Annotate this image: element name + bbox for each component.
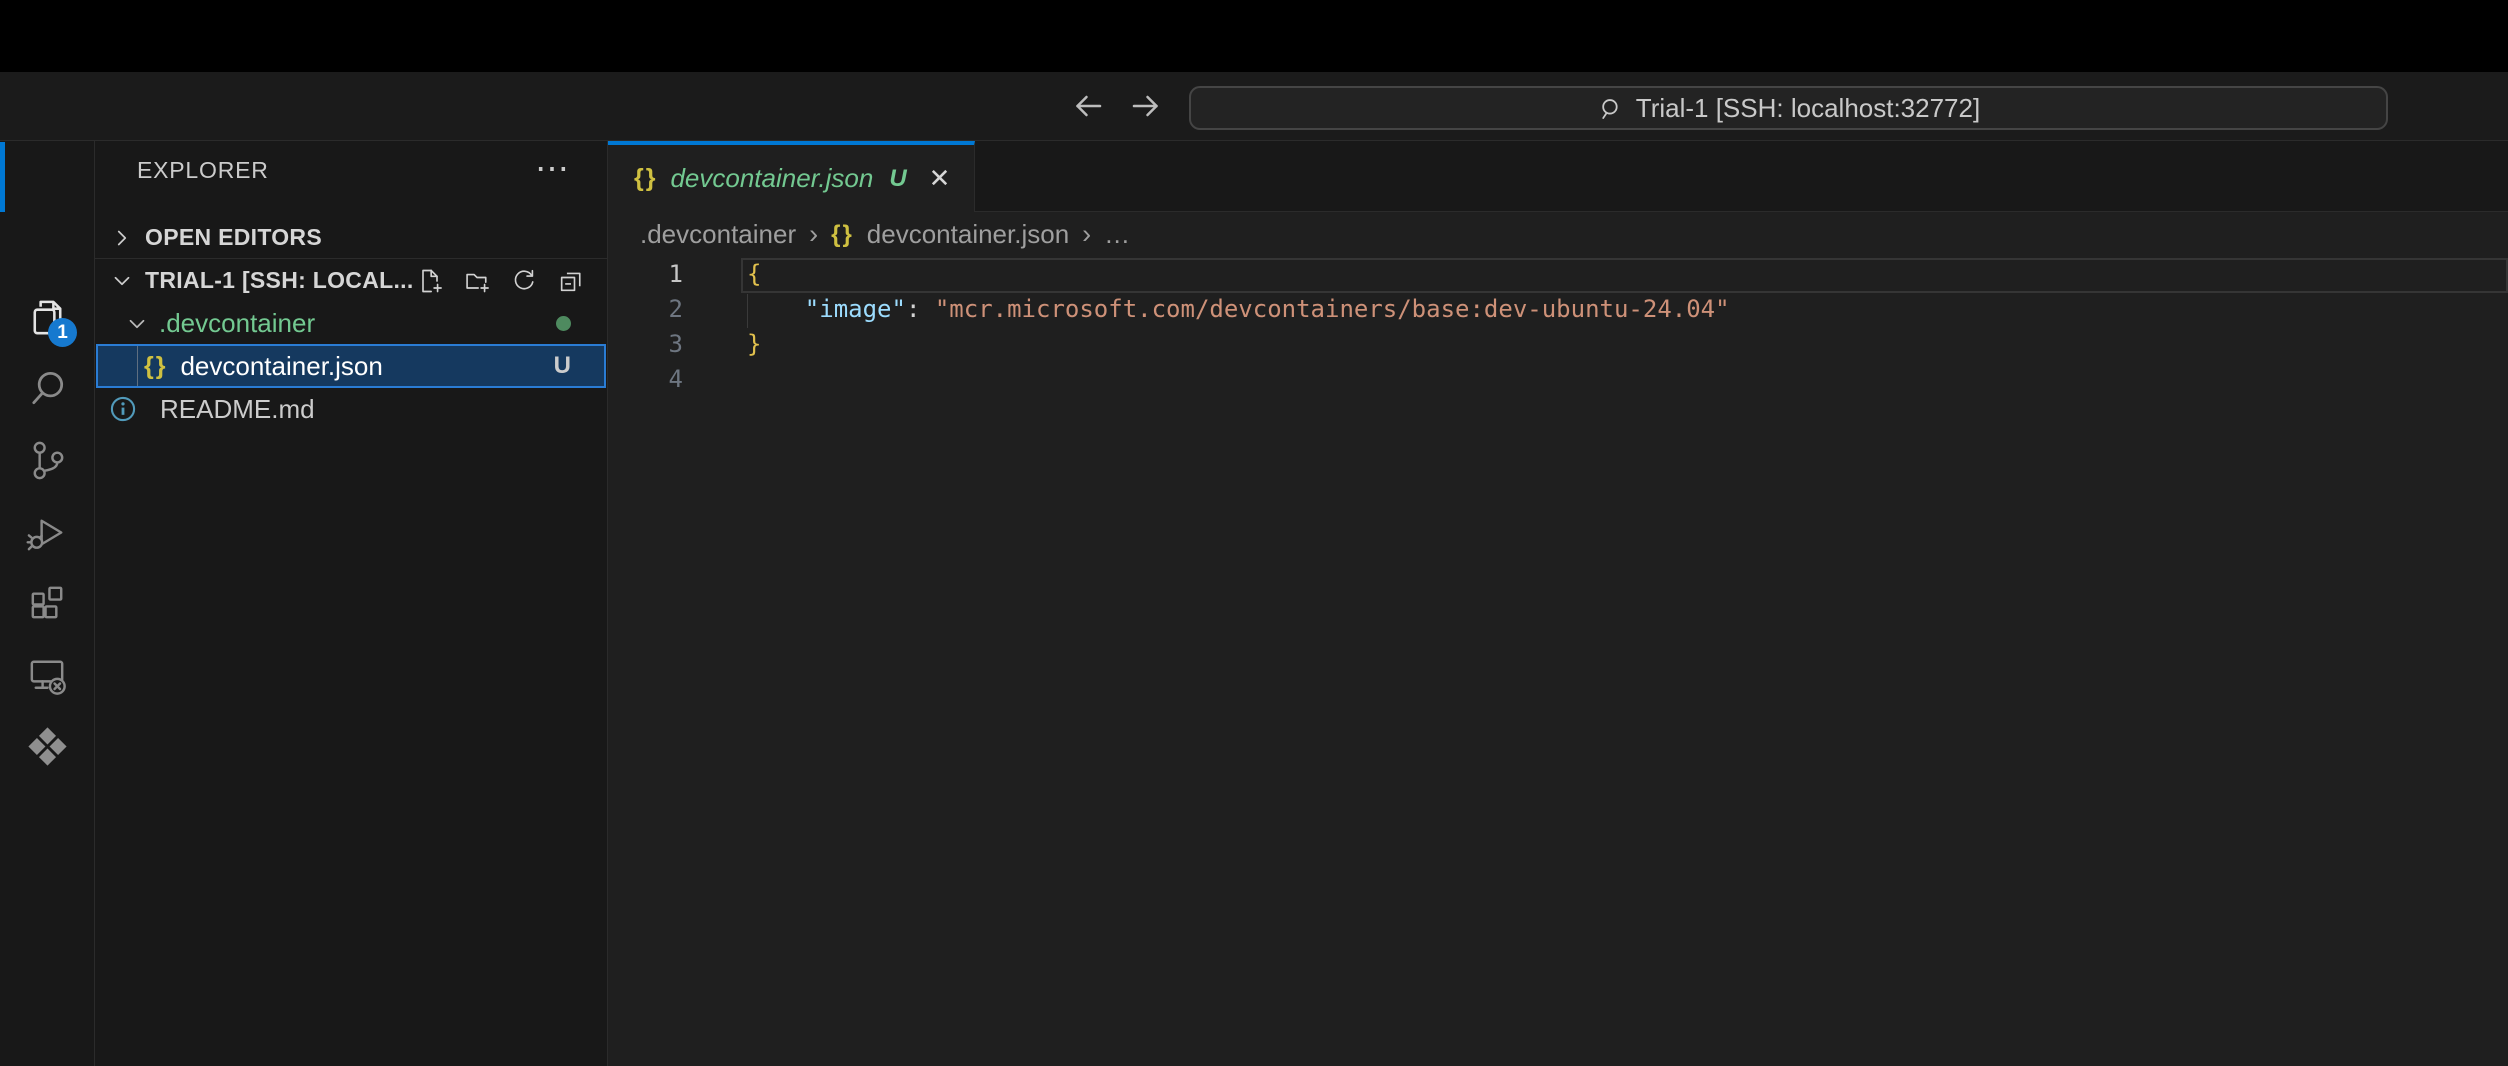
remote-explorer-view-button[interactable] [0,639,94,710]
tab-devcontainer-json[interactable]: {} devcontainer.json U ✕ [608,141,975,212]
search-icon [1597,95,1624,122]
extensions-icon [24,580,71,627]
breadcrumb-separator: › [1082,219,1091,250]
code-line-2[interactable]: 2 "image": "mcr.microsoft.com/devcontain… [608,292,2508,327]
open-editors-section[interactable]: OPEN EDITORS [95,217,607,258]
code-line-3[interactable]: 3 } [608,327,2508,362]
sidebar-header: EXPLORER ⋯ [95,141,607,199]
run-debug-view-button[interactable] [0,497,94,568]
tab-git-badge: U [889,165,906,193]
code-line-4[interactable]: 4 [608,362,2508,397]
more-actions-button[interactable]: ⋯ [535,149,571,189]
remote-explorer-icon [24,651,71,698]
line-number: 1 [608,257,683,292]
line-number: 2 [608,292,683,327]
command-center-search[interactable]: Trial-1 [SSH: localhost:32772] [1189,86,2388,130]
file-name: README.md [160,394,315,425]
indent-guide [137,346,138,386]
close-tab-button[interactable]: ✕ [929,163,951,194]
source-control-badge: 1 [48,318,77,347]
json-file-icon: {} [634,164,657,193]
source-control-view-button[interactable] [0,425,94,496]
json-key-token: "image" [805,295,906,323]
new-folder-button[interactable] [463,267,491,295]
workspace-label: TRIAL-1 [SSH: LOCAL... [145,267,414,294]
search-view-button[interactable] [0,354,94,425]
tree-item-devcontainer-folder[interactable]: .devcontainer [95,303,607,344]
chevron-down-icon [124,311,150,337]
extensions-view-button[interactable] [0,568,94,639]
workspace-section-header[interactable]: TRIAL-1 [SSH: LOCAL... [95,258,607,302]
chevron-right-icon [109,225,135,251]
navigate-back-button[interactable] [1066,72,1110,140]
line-number: 3 [608,327,683,362]
collapse-all-button[interactable] [557,267,585,295]
breadcrumb-folder[interactable]: .devcontainer [640,219,796,250]
vscode-window: Trial-1 [SSH: localhost:32772] 1 [0,0,2508,1066]
json-string-token: "mcr.microsoft.com/devcontainers/base:de… [935,295,1730,323]
git-changes-dot [556,316,571,331]
breadcrumb-symbol-tail[interactable]: … [1104,219,1130,250]
breadcrumb: .devcontainer › {} devcontainer.json › … [608,212,2508,257]
explorer-view-button[interactable] [0,283,94,354]
sidebar-title: EXPLORER [137,157,269,184]
tree-item-readme[interactable]: README.md [95,388,607,430]
open-editors-label: OPEN EDITORS [145,224,322,251]
info-icon [109,395,137,423]
json-file-icon: {} [831,221,854,249]
active-view-indicator [0,142,5,212]
search-icon [24,366,71,413]
json-file-icon: {} [144,352,167,381]
tab-label: devcontainer.json [670,163,873,194]
containers-view-button[interactable] [0,711,94,782]
editor-indent-guide [747,294,748,328]
run-debug-icon [24,509,71,556]
folder-name: .devcontainer [159,308,315,339]
navigate-forward-button[interactable] [1124,72,1168,140]
code-editor[interactable]: 1 { 2 "image": "mcr.microsoft.com/devcon… [608,257,2508,1066]
tab-bar: {} devcontainer.json U ✕ [608,141,2508,212]
arrow-left-icon [1070,88,1106,124]
title-bar: Trial-1 [SSH: localhost:32772] [0,72,2508,141]
diamond-grid-icon [24,723,71,770]
chevron-down-icon [109,268,135,294]
refresh-button[interactable] [510,267,538,295]
editor-area: {} devcontainer.json U ✕ .devcontainer ›… [608,141,2508,1066]
tree-item-devcontainer-json-selected[interactable]: {} devcontainer.json U [96,344,606,388]
colon-token: : [906,295,935,323]
new-file-button[interactable] [416,267,444,295]
breadcrumb-file[interactable]: devcontainer.json [867,219,1069,250]
arrow-right-icon [1128,88,1164,124]
command-center-label: Trial-1 [SSH: localhost:32772] [1636,93,1980,124]
git-untracked-badge: U [554,352,571,380]
close-brace-token: } [747,330,761,358]
workspace-actions [416,259,585,302]
line-number: 4 [608,362,683,397]
activity-bar: 1 [0,141,95,1066]
menu-bar [0,0,2508,72]
breadcrumb-separator: › [809,219,818,250]
indent-token [747,295,805,323]
current-line-highlight [741,258,2508,293]
explorer-sidebar: EXPLORER ⋯ OPEN EDITORS TRIAL-1 [SSH: LO… [95,141,608,1066]
source-control-icon [24,437,71,484]
file-name: devcontainer.json [180,351,382,382]
